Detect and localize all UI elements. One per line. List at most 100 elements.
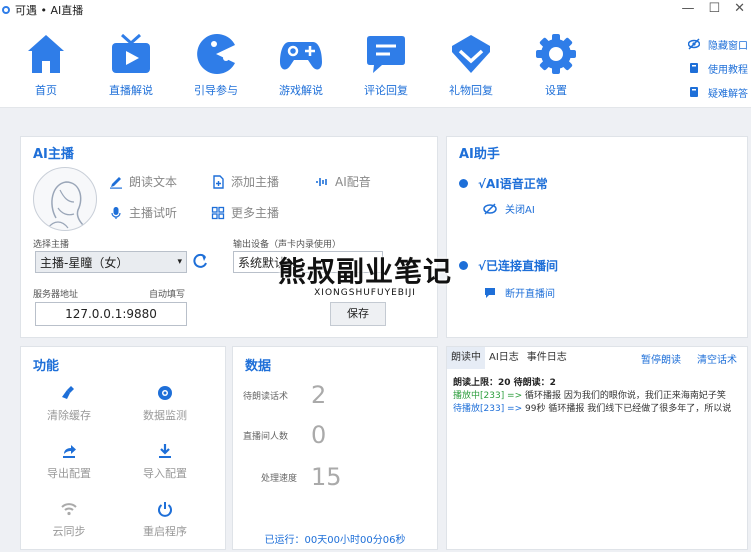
disconnect-live-button[interactable]: 断开直播间 <box>483 285 555 300</box>
import-config-button[interactable]: 导入配置 <box>125 443 205 481</box>
stats-panel: 数据 待朗读话术 2 直播间人数 0 处理速度 15 已运行：00天00小时00… <box>232 346 438 550</box>
tool-comment-reply[interactable]: 评论回复 <box>350 32 422 98</box>
tool-settings-label: 设置 <box>545 84 567 97</box>
tool-live-commentary[interactable]: 直播解说 <box>95 32 167 98</box>
clear-cache-label: 清除缓存 <box>47 409 91 422</box>
ai-assistant-panel: AI助手 √AI语音正常 关闭AI √已连接直播间 断开直播间 <box>446 136 748 338</box>
tab-ai-log[interactable]: AI日志 <box>485 347 523 369</box>
preview-anchor-button[interactable]: 主播试听 <box>109 204 177 221</box>
output-device-label: 输出设备（声卡内录使用） <box>233 240 342 250</box>
cloud-sync-button[interactable]: 云同步 <box>29 501 109 539</box>
pending-scripts-value: 2 <box>311 381 327 409</box>
runtime-text: 已运行：00天00小时00分06秒 <box>264 535 406 546</box>
export-config-button[interactable]: 导出配置 <box>29 443 109 481</box>
save-button[interactable]: 保存 <box>330 302 386 326</box>
more-anchors-button[interactable]: 更多主播 <box>211 204 279 221</box>
ai-anchor-panel: AI主播 朗读文本 添加主播 AI配音 主播试听 更多主播 选择主播 主播-星瞳… <box>20 136 438 338</box>
tv-icon <box>112 33 150 73</box>
ai-voice-button[interactable]: AI配音 <box>315 173 371 190</box>
live-room-status-text: √已连接直播间 <box>478 259 559 273</box>
live-room-status: √已连接直播间 <box>459 257 558 274</box>
select-anchor-label: 选择主播 <box>33 240 70 250</box>
close-ai-button[interactable]: 关闭AI <box>483 201 535 216</box>
status-dot-icon <box>459 179 468 188</box>
auto-fill-link[interactable]: 自动填写 <box>149 287 185 300</box>
title-bar: 可遇 • AI直播 — ☐ ✕ <box>0 0 751 20</box>
server-address-label: 服务器地址 <box>33 290 79 300</box>
tool-guide-label: 引导参与 <box>194 84 238 97</box>
add-file-icon <box>213 174 224 189</box>
broom-icon <box>62 386 74 399</box>
disconnect-live-label: 断开直播间 <box>505 289 555 300</box>
grid-icon <box>211 206 225 219</box>
tool-guide[interactable]: 引导参与 <box>180 32 252 98</box>
tool-game-commentary[interactable]: 游戏解说 <box>265 32 337 98</box>
pause-reading-button[interactable]: 暂停朗读 <box>641 351 681 366</box>
pacman-icon <box>197 34 235 74</box>
ai-voice-status-text: √AI语音正常 <box>478 177 548 191</box>
export-config-label: 导出配置 <box>47 467 91 480</box>
functions-title: 功能 <box>33 359 60 374</box>
restart-button[interactable]: 重启程序 <box>125 501 205 539</box>
ai-voice-label: AI配音 <box>335 175 371 189</box>
log-tabs: 朗读中 AI日志 事件日志 暂停朗读 清空话术 <box>447 347 747 369</box>
read-text-label: 朗读文本 <box>129 175 178 189</box>
gamepad-icon <box>280 42 322 70</box>
status-dot-icon <box>459 261 468 270</box>
waveform-icon <box>316 177 327 186</box>
tab-reading[interactable]: 朗读中 <box>447 347 485 369</box>
book-icon <box>690 63 698 73</box>
app-logo-icon <box>2 6 10 14</box>
hide-window-link[interactable]: 隐藏窗口 <box>688 32 751 56</box>
pending-scripts-label: 待朗读话术 <box>243 391 289 402</box>
log-line: 播放中[233] => 循环播报 因为我们的眼你说，我们正来海南妃子笑 <box>453 388 745 401</box>
tool-gift-reply[interactable]: 礼物回复 <box>435 32 507 98</box>
close-button[interactable]: ✕ <box>734 1 745 16</box>
logs-panel: 朗读中 AI日志 事件日志 暂停朗读 清空话术 朗读上限：20 待朗读：2 播放… <box>446 346 748 550</box>
clear-cache-button[interactable]: 清除缓存 <box>29 385 109 423</box>
anchor-select-value: 主播-星瞳（女） <box>40 255 129 270</box>
stats-title: 数据 <box>245 359 272 374</box>
tool-home-label: 首页 <box>35 84 57 97</box>
export-icon <box>63 445 76 458</box>
wifi-icon <box>61 503 77 516</box>
anchor-select[interactable]: 主播-星瞳（女） ▾ <box>35 251 187 273</box>
tool-gift-reply-label: 礼物回复 <box>449 84 493 97</box>
chevron-down-icon: ▾ <box>177 257 182 267</box>
read-text-button[interactable]: 朗读文本 <box>109 173 177 190</box>
tab-event-log[interactable]: 事件日志 <box>523 347 571 369</box>
data-monitor-button[interactable]: 数据监测 <box>125 385 205 423</box>
log-header: 朗读上限：20 待朗读：2 <box>453 378 556 388</box>
clear-scripts-button[interactable]: 清空话术 <box>697 351 737 366</box>
ai-off-icon <box>483 202 497 215</box>
gift-icon <box>452 35 490 73</box>
home-icon <box>28 35 64 73</box>
cloud-sync-label: 云同步 <box>52 525 86 538</box>
output-device-select[interactable]: 系统默认 <box>233 251 383 273</box>
maximize-button[interactable]: ☐ <box>708 1 720 16</box>
pending-scripts-stat: 待朗读话术 2 <box>243 381 423 409</box>
help-book-icon <box>690 87 698 97</box>
tool-home[interactable]: 首页 <box>10 32 82 98</box>
tool-settings[interactable]: 设置 <box>520 32 592 98</box>
add-anchor-label: 添加主播 <box>231 175 280 189</box>
tutorial-label: 使用教程 <box>708 64 748 76</box>
pen-icon <box>110 176 122 189</box>
faq-link[interactable]: 疑难解答 <box>688 80 751 104</box>
avatar[interactable] <box>33 167 97 231</box>
preview-anchor-label: 主播试听 <box>129 206 178 220</box>
log-status: 播放中[233] => <box>453 391 523 401</box>
server-address-input[interactable]: 127.0.0.1:9880 <box>35 302 187 326</box>
more-anchors-label: 更多主播 <box>231 206 280 220</box>
minimize-button[interactable]: — <box>681 1 694 16</box>
mic-icon <box>111 206 121 219</box>
refresh-icon[interactable] <box>191 252 209 270</box>
add-anchor-button[interactable]: 添加主播 <box>211 173 279 190</box>
ai-voice-status: √AI语音正常 <box>459 175 548 192</box>
tutorial-link[interactable]: 使用教程 <box>688 56 751 80</box>
functions-panel: 功能 清除缓存 数据监测 导出配置 导入配置 云同步 重启程序 <box>20 346 226 550</box>
main-toolbar: 首页 直播解说 引导参与 游戏解说 评论回复 礼物回复 设置 隐藏窗口 使用教程 <box>0 20 751 108</box>
chat-icon <box>485 287 495 298</box>
close-ai-label: 关闭AI <box>505 205 535 216</box>
import-icon <box>159 444 171 458</box>
